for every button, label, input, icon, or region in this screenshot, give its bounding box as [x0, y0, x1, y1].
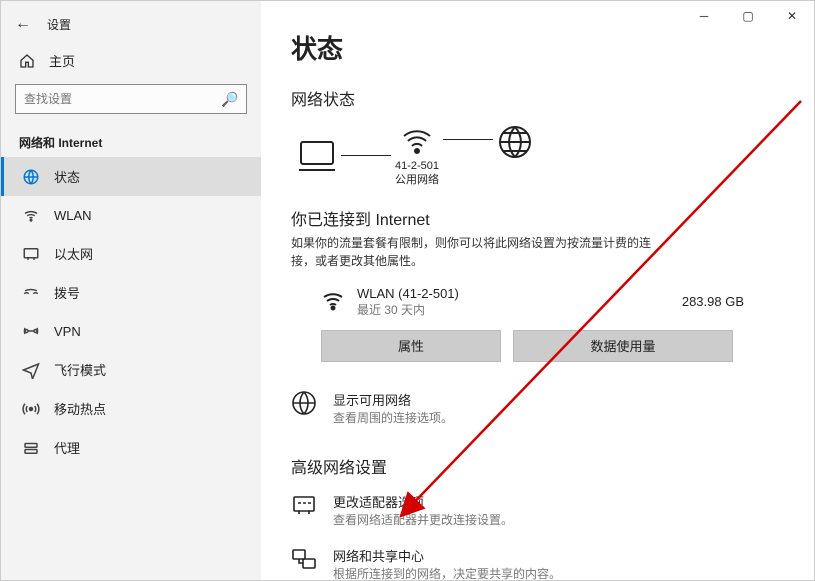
adapter-title: 更改适配器选项	[333, 492, 513, 511]
nav-label: 代理	[54, 438, 80, 457]
close-button[interactable]: ✕	[770, 1, 814, 31]
connected-title: 你已连接到 Internet	[291, 206, 784, 230]
nav-label: 以太网	[54, 244, 93, 263]
proxy-icon	[22, 439, 40, 457]
maximize-button[interactable]: ▢	[726, 1, 770, 31]
diagram-ssid: 41-2-501	[395, 159, 439, 173]
section-heading: 网络和 Internet	[1, 124, 261, 157]
nav-dialup[interactable]: 拨号	[1, 273, 261, 312]
advanced-heading: 高级网络设置	[291, 454, 784, 478]
nav-hotspot[interactable]: 移动热点	[1, 389, 261, 428]
dialup-icon	[22, 284, 40, 302]
nav-label: 移动热点	[54, 399, 106, 418]
nav-list: 状态 WLAN 以太网 拨号	[1, 157, 261, 467]
router-wifi-icon	[400, 124, 434, 157]
diagram-net-type: 公用网络	[395, 173, 439, 187]
window-title: 设置	[47, 16, 71, 33]
wlan-subtitle: 最近 30 天内	[357, 301, 670, 318]
sharing-icon	[291, 546, 319, 575]
show-networks-desc: 查看周围的连接选项。	[333, 409, 453, 426]
nav-label: 飞行模式	[54, 360, 106, 379]
nav-ethernet[interactable]: 以太网	[1, 234, 261, 273]
show-networks-link[interactable]: 显示可用网络 查看周围的连接选项。	[291, 390, 784, 426]
page-title: 状态	[291, 29, 784, 66]
hotspot-icon	[22, 400, 40, 418]
nav-proxy[interactable]: 代理	[1, 428, 261, 467]
nav-status[interactable]: 状态	[1, 157, 261, 196]
home-icon	[19, 53, 35, 69]
wlan-name: WLAN (41-2-501)	[357, 286, 670, 301]
properties-button[interactable]: 属性	[321, 330, 501, 362]
vpn-icon	[22, 322, 40, 340]
network-diagram: 41-2-501 公用网络	[297, 124, 784, 188]
data-usage-value: 283.98 GB	[682, 294, 744, 309]
nav-label: 拨号	[54, 283, 80, 302]
back-button[interactable]: ←	[15, 15, 31, 33]
nav-airplane[interactable]: 飞行模式	[1, 350, 261, 389]
nav-vpn[interactable]: VPN	[1, 312, 261, 350]
show-networks-icon	[291, 390, 319, 419]
sharing-title: 网络和共享中心	[333, 546, 561, 565]
home-link[interactable]: 主页	[1, 41, 261, 80]
sharing-desc: 根据所连接到的网络，决定要共享的内容。	[333, 565, 561, 580]
ethernet-icon	[22, 245, 40, 263]
airplane-icon	[22, 361, 40, 379]
nav-wlan[interactable]: WLAN	[1, 196, 261, 234]
adapter-options-link[interactable]: 更改适配器选项 查看网络适配器并更改连接设置。	[291, 492, 784, 528]
search-input-wrap[interactable]: 🔍	[15, 84, 247, 114]
pc-icon	[297, 138, 337, 174]
show-networks-title: 显示可用网络	[333, 390, 453, 409]
network-status-heading: 网络状态	[291, 86, 784, 110]
wlan-wifi-icon	[321, 289, 345, 314]
adapter-icon	[291, 492, 319, 521]
home-label: 主页	[49, 51, 75, 70]
minimize-button[interactable]: ─	[682, 1, 726, 31]
connected-desc: 如果你的流量套餐有限制，则你可以将此网络设置为按流量计费的连接，或者更改其他属性…	[291, 234, 651, 270]
nav-label: 状态	[54, 167, 80, 186]
nav-label: VPN	[54, 324, 81, 339]
search-input[interactable]	[24, 92, 221, 106]
sharing-center-link[interactable]: 网络和共享中心 根据所连接到的网络，决定要共享的内容。	[291, 546, 784, 580]
data-usage-button[interactable]: 数据使用量	[513, 330, 733, 362]
search-icon: 🔍	[221, 91, 238, 108]
status-icon	[22, 168, 40, 186]
adapter-desc: 查看网络适配器并更改连接设置。	[333, 511, 513, 528]
nav-label: WLAN	[54, 208, 92, 223]
wifi-icon	[22, 206, 40, 224]
globe-icon	[497, 124, 533, 163]
